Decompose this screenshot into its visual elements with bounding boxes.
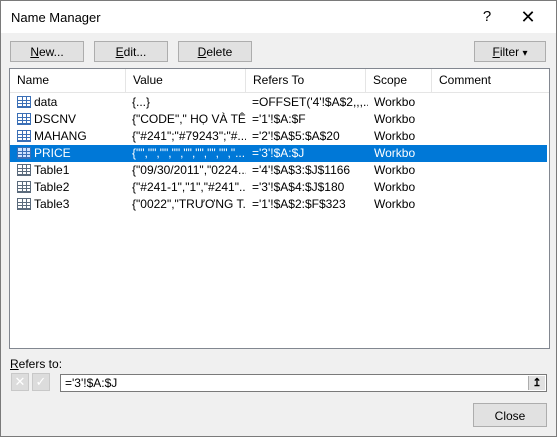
row-refers-to: ='2'!$A$5:$A$20	[252, 129, 340, 143]
title-bar: Name Manager ? ✕	[1, 1, 556, 33]
filter-button-label: Filter	[492, 45, 520, 59]
table-icon	[17, 181, 31, 193]
delete-button[interactable]: Delete	[178, 41, 252, 62]
row-scope: Workbo	[374, 112, 416, 126]
list-item[interactable]: data {...} =OFFSET('4'!$A$2,,,... Workbo	[10, 94, 547, 111]
row-scope: Workbo	[374, 146, 416, 160]
list-item[interactable]: DSCNV {"CODE"," HỌ VÀ TÊ... ='1'!$A:$F Work…	[10, 111, 547, 128]
named-range-icon	[17, 96, 31, 108]
filter-button[interactable]: Filter ▾	[474, 41, 546, 62]
row-refers-to: ='4'!$A$3:$J$1166	[252, 163, 351, 177]
names-list[interactable]: Name Value Refers To Scope Comment data {…	[9, 68, 550, 349]
list-header: Name Value Refers To Scope Comment	[10, 69, 549, 93]
row-value: {"09/30/2011","0224...	[132, 163, 246, 177]
list-item[interactable]: PRICE {"","","","","","","","","... ='3'!$…	[10, 145, 547, 162]
delete-button-label: Delete	[197, 45, 233, 59]
list-item[interactable]: MAHANG {"#241";"#79243";"#... ='2'!$A$5:$A…	[10, 128, 547, 145]
named-range-icon	[17, 113, 31, 125]
name-manager-dialog: Name Manager ? ✕ New... Edit... Delete F…	[0, 0, 557, 437]
row-name: Table1	[34, 163, 70, 177]
named-range-icon	[17, 147, 31, 159]
column-header-comment[interactable]: Comment	[432, 69, 549, 92]
list-item[interactable]: Table1 {"09/30/2011","0224... ='4'!$A$3:$J…	[10, 162, 547, 179]
row-value: {"","","","","","","","","...	[132, 146, 246, 160]
refers-to-input[interactable]: ='3'!$A:$J ↥	[60, 374, 547, 392]
row-name: Table2	[34, 180, 70, 194]
edit-button[interactable]: Edit...	[94, 41, 168, 62]
row-scope: Workbo	[374, 197, 416, 211]
row-scope: Workbo	[374, 95, 416, 109]
row-name: PRICE	[34, 146, 71, 160]
dialog-title: Name Manager	[11, 10, 101, 25]
row-name: Table3	[34, 197, 70, 211]
close-button[interactable]: Close	[473, 403, 547, 427]
row-value: {"#241-1","1","#241"...	[132, 180, 246, 194]
column-header-name[interactable]: Name	[10, 69, 126, 92]
refers-to-value: ='3'!$A:$J	[65, 376, 118, 390]
help-icon[interactable]: ?	[472, 5, 502, 29]
list-item[interactable]: Table2 {"#241-1","1","#241"... ='3'!$A$4:$…	[10, 179, 547, 196]
new-button[interactable]: New...	[10, 41, 84, 62]
collapse-dialog-icon[interactable]: ↥	[528, 376, 545, 390]
refers-to-label: Refers to:	[10, 357, 63, 371]
row-refers-to: ='3'!$A:$J	[252, 146, 305, 160]
named-range-icon	[17, 130, 31, 142]
chevron-down-icon: ▾	[522, 48, 528, 59]
table-icon	[17, 198, 31, 210]
new-button-label: New...	[30, 45, 64, 59]
column-header-refers-to[interactable]: Refers To	[246, 69, 366, 92]
row-scope: Workbo	[374, 129, 416, 143]
list-item[interactable]: Table3 {"0022","TRƯƠNG T... ='1'!$A$2:$F$3…	[10, 196, 547, 213]
row-name: data	[34, 95, 58, 109]
row-value: {"CODE"," HỌ VÀ TÊ...	[132, 112, 246, 126]
row-name: MAHANG	[34, 129, 87, 143]
row-refers-to: =OFFSET('4'!$A$2,,,...	[252, 95, 368, 109]
confirm-edit-icon[interactable]: ✓	[32, 373, 50, 391]
column-header-value[interactable]: Value	[126, 69, 246, 92]
row-scope: Workbo	[374, 163, 416, 177]
row-refers-to: ='3'!$A$4:$J$180	[252, 180, 345, 194]
table-icon	[17, 164, 31, 176]
row-scope: Workbo	[374, 180, 416, 194]
column-header-scope[interactable]: Scope	[366, 69, 432, 92]
row-value: {...}	[132, 95, 151, 109]
row-refers-to: ='1'!$A:$F	[252, 112, 306, 126]
row-name: DSCNV	[34, 112, 77, 126]
row-value: {"#241";"#79243";"#...	[132, 129, 246, 143]
edit-button-label: Edit...	[115, 45, 147, 59]
row-refers-to: ='1'!$A$2:$F$323	[252, 197, 346, 211]
close-icon[interactable]: ✕	[513, 5, 543, 29]
cancel-edit-icon[interactable]: ✕	[11, 373, 29, 391]
row-value: {"0022","TRƯƠNG T...	[132, 197, 246, 211]
